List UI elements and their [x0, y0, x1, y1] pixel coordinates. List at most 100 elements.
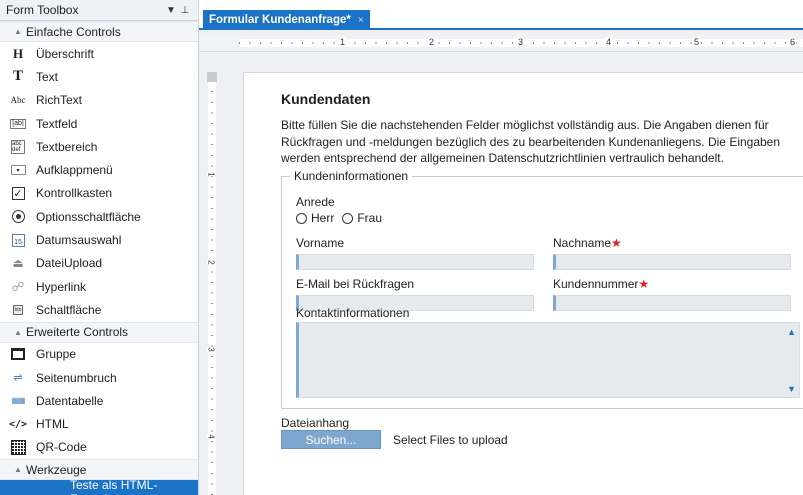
- tab-formular-kundenanfrage[interactable]: Formular Kundenanfrage* ×: [203, 10, 370, 30]
- ruler-grip[interactable]: [207, 72, 217, 82]
- tool-ueberschrift[interactable]: H Überschrift: [0, 42, 198, 65]
- group-icon: [11, 348, 25, 361]
- ruler-mark: 4: [605, 37, 613, 47]
- dateianhang-label: Dateianhang: [281, 416, 350, 430]
- required-star-icon: ★: [611, 236, 622, 250]
- intro-text[interactable]: Bitte füllen Sie die nachstehenden Felde…: [281, 117, 801, 167]
- pagebreak-icon: ⇌: [13, 372, 23, 384]
- tool-kontrollkasten[interactable]: ✓ Kontrollkasten: [0, 182, 198, 205]
- kontaktinformationen-textarea[interactable]: ▲ ▼: [296, 322, 800, 398]
- qrcode-icon: [10, 439, 26, 455]
- kundennummer-label: Kundennummer★: [553, 277, 649, 291]
- tool-label: DateiUpload: [36, 256, 103, 271]
- browse-button[interactable]: Suchen...: [281, 430, 381, 449]
- datatable-icon: ▦▦: [11, 396, 25, 406]
- ruler-track: [208, 72, 216, 495]
- section-label: Erweiterte Controls: [26, 325, 129, 340]
- tool-label: QR-Code: [36, 440, 87, 455]
- tool-html[interactable]: </> HTML: [0, 412, 198, 435]
- nachname-label-text: Nachname: [553, 236, 612, 250]
- nachname-label: Nachname★: [553, 236, 622, 250]
- toolbox-pin-icon[interactable]: ⊥: [178, 5, 192, 16]
- tool-seitenumbruch[interactable]: ⇌ Seitenumbruch: [0, 366, 198, 389]
- tool-teste-als-html-formular[interactable]: Teste als HTML-Formular: [0, 477, 198, 495]
- calendar-icon: 15: [11, 233, 25, 247]
- tool-schaltflaeche[interactable]: btn Schaltfläche: [0, 298, 198, 321]
- vorname-label: Vorname: [296, 236, 345, 250]
- anrede-label: Anrede: [296, 195, 335, 209]
- tool-textbereich[interactable]: abc def Textbereich: [0, 135, 198, 158]
- collapse-caret-icon: ▲: [14, 27, 22, 36]
- radio-frau-label: Frau: [357, 211, 383, 225]
- toolbox-dropdown-icon[interactable]: ▼: [164, 5, 178, 16]
- tool-label: Hyperlink: [36, 279, 87, 294]
- textfield-icon: [ab|: [10, 118, 26, 129]
- ruler-mark: 2: [428, 37, 436, 47]
- tool-datumsauswahl[interactable]: 15 Datumsauswahl: [0, 228, 198, 251]
- tool-textfeld[interactable]: [ab| Textfeld: [0, 112, 198, 135]
- tool-label: Seitenumbruch: [36, 370, 117, 385]
- collapse-caret-icon: ▲: [14, 327, 22, 337]
- tool-label: Gruppe: [36, 347, 77, 362]
- tool-datentabelle[interactable]: ▦▦ Datentabelle: [0, 389, 198, 412]
- upload-icon: ⏏: [12, 256, 24, 271]
- tool-label: Optionsschaltfläche: [36, 209, 141, 224]
- anrede-radio-group: Herr Frau: [296, 211, 382, 225]
- close-icon[interactable]: ×: [358, 15, 364, 26]
- tab-bar: Formular Kundenanfrage* ×: [199, 0, 803, 30]
- section-erweiterte-controls[interactable]: ▲ Erweiterte Controls: [0, 321, 198, 343]
- dropdown-icon: ▾: [10, 165, 26, 176]
- tool-dateiupload[interactable]: ⏏ DateiUpload: [0, 252, 198, 275]
- tool-label: Kontrollkasten: [36, 186, 113, 201]
- tool-text[interactable]: T Text: [0, 65, 198, 88]
- toolbox-title: Form Toolbox: [6, 3, 79, 17]
- document-area: Formular Kundenanfrage* × 1 2 3 4 5 6 1 …: [199, 0, 803, 495]
- upload-hint: Select Files to upload: [393, 433, 508, 447]
- button-icon: btn: [12, 304, 24, 315]
- tool-qrcode[interactable]: QR-Code: [0, 436, 198, 459]
- nachname-input[interactable]: [553, 254, 791, 270]
- ruler-mark: 1: [339, 37, 347, 47]
- radio-herr[interactable]: [296, 212, 307, 224]
- horizontal-ruler: 1 2 3 4 5 6: [199, 34, 803, 52]
- tool-label: Überschrift: [36, 46, 95, 61]
- radio-frau[interactable]: [342, 212, 354, 224]
- required-star-icon: ★: [638, 277, 650, 291]
- scroll-down-icon[interactable]: ▼: [787, 384, 796, 394]
- ruler-mark: 3: [206, 347, 216, 352]
- textarea-icon: abc def: [11, 139, 25, 154]
- tool-label: Teste als HTML-Formular: [70, 477, 158, 495]
- ruler-mark: 1: [206, 172, 216, 177]
- kontaktinformationen-label: Kontaktinformationen: [296, 306, 410, 320]
- tool-label: Textbereich: [36, 139, 98, 154]
- toolbox-header: Form Toolbox ▼ ⊥: [0, 0, 198, 21]
- link-icon: ☍: [11, 278, 25, 294]
- tab-label: Formular Kundenanfrage*: [209, 14, 351, 26]
- fieldset-legend: Kundeninformationen: [290, 169, 413, 183]
- page-title[interactable]: Kundendaten: [281, 91, 370, 107]
- vorname-input[interactable]: [296, 254, 534, 270]
- kundennummer-input[interactable]: [553, 295, 791, 311]
- heading-icon: H: [12, 45, 24, 61]
- tool-optionsschaltflaeche[interactable]: Optionsschaltfläche: [0, 205, 198, 228]
- richtext-icon: Abc: [10, 95, 26, 106]
- tool-richtext[interactable]: Abc RichText: [0, 89, 198, 112]
- tool-aufklappmenue[interactable]: ▾ Aufklappmenü: [0, 158, 198, 181]
- tool-label: RichText: [36, 93, 83, 108]
- fieldset-kundeninformationen[interactable]: Kundeninformationen Anrede Herr Frau Vor…: [281, 169, 803, 409]
- section-einfache-controls[interactable]: ▲ Einfache Controls: [0, 21, 198, 42]
- tool-label: Textfeld: [36, 116, 78, 131]
- ruler-mark: 6: [789, 37, 797, 47]
- checkbox-icon: ✓: [11, 186, 25, 200]
- ruler-mark: 2: [206, 260, 216, 265]
- ruler-mark: 5: [693, 37, 701, 47]
- html-icon: </>: [8, 418, 28, 430]
- email-label: E-Mail bei Rückfragen: [296, 277, 415, 291]
- section-label: Einfache Controls: [26, 24, 121, 39]
- tool-label: Aufklappmenü: [36, 163, 113, 178]
- tool-gruppe[interactable]: Gruppe: [0, 343, 198, 366]
- scroll-up-icon[interactable]: ▲: [787, 327, 796, 337]
- tool-label: Datentabelle: [36, 393, 104, 408]
- ruler-mark: 4: [206, 434, 216, 439]
- tool-hyperlink[interactable]: ☍ Hyperlink: [0, 275, 198, 298]
